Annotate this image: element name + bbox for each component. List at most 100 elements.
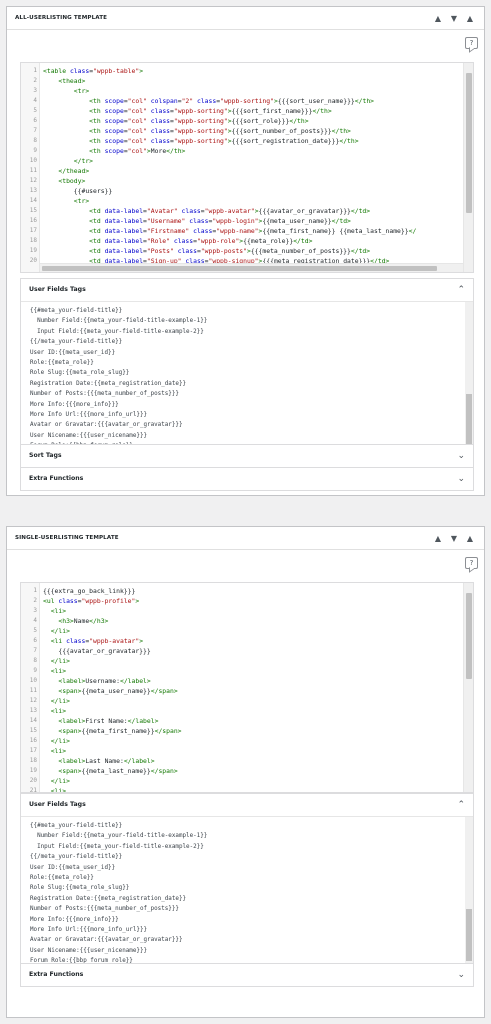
code-line: 3 <li> bbox=[21, 606, 462, 616]
code-line: 19 <span>{{meta_last_name}}</span> bbox=[21, 766, 462, 776]
line-number: 16 bbox=[29, 737, 37, 744]
line-number: 9 bbox=[33, 667, 37, 674]
scrollbar-thumb[interactable] bbox=[466, 909, 472, 961]
code-lines: 1 <table class="wppb-table"> 2 <thead> 3 <t… bbox=[21, 66, 462, 266]
code-line: 15 <td data-label="Avatar" class="wppb-a… bbox=[21, 206, 462, 216]
code-line: 14 <label>First Name:</label> bbox=[21, 716, 462, 726]
code-text: <td data-label="Username" class="wppb-lo… bbox=[89, 217, 351, 225]
line-number: 17 bbox=[29, 747, 37, 754]
box-title: Sort Tags bbox=[29, 452, 62, 459]
scrollbar-thumb[interactable] bbox=[42, 266, 437, 271]
tag-item: Registration Date:{{meta_registration_da… bbox=[30, 895, 187, 902]
template-code-editor[interactable]: 1 <table class="wppb-table"> 2 <thead> 3 <t… bbox=[20, 62, 474, 273]
code-text: <th scope="col" class="wppb-sorting">{{{… bbox=[89, 137, 359, 145]
help-icon[interactable]: ? bbox=[465, 557, 478, 569]
move-down-icon[interactable]: ▼ bbox=[448, 533, 460, 544]
code-text: <tr> bbox=[73, 87, 90, 95]
code-line: 17 <td data-label="Firstname" class="wpp… bbox=[21, 226, 462, 236]
code-line: 7 {{{avatar_or_gravatar}}} bbox=[21, 646, 462, 656]
code-text: <th scope="col" colspan="2" class="wppb-… bbox=[89, 97, 375, 105]
code-line: 13 <li> bbox=[21, 706, 462, 716]
code-text: </li> bbox=[50, 777, 70, 785]
code-text: <span>{{meta_last_name}}</span> bbox=[58, 767, 178, 775]
line-number: 15 bbox=[29, 727, 37, 734]
chevron-up-icon[interactable]: ⌃ bbox=[457, 284, 465, 296]
line-number: 8 bbox=[33, 137, 37, 144]
code-line: 4 <th scope="col" colspan="2" class="wpp… bbox=[21, 96, 462, 106]
line-number: 10 bbox=[29, 157, 37, 164]
scrollbar-thumb[interactable] bbox=[466, 73, 472, 213]
code-text: <li> bbox=[50, 747, 67, 755]
user-fields-tags-header[interactable]: User Fields Tags ⌃ bbox=[21, 794, 473, 817]
code-line: 10 </tr> bbox=[21, 156, 462, 166]
extra-functions-header[interactable]: Extra Functions ⌄ bbox=[21, 964, 473, 987]
chevron-down-icon[interactable]: ⌄ bbox=[457, 969, 465, 981]
tag-item: Input Field:{{meta_your-field-title-exam… bbox=[30, 328, 204, 335]
collapse-panel-icon[interactable]: ▲ bbox=[464, 13, 476, 24]
code-line: 7 <th scope="col" class="wppb-sorting">{… bbox=[21, 126, 462, 136]
horizontal-scrollbar[interactable] bbox=[40, 263, 463, 272]
vertical-scrollbar[interactable] bbox=[465, 302, 473, 448]
code-line: 18 <td data-label="Role" class="wppb-rol… bbox=[21, 236, 462, 246]
help-icon[interactable]: ? bbox=[465, 37, 478, 49]
user-fields-tags-list: {{#meta_your-field-title}} Number Field:… bbox=[21, 817, 473, 963]
tag-item: {{#meta_your-field-title}} bbox=[30, 823, 123, 829]
code-line: 8 </li> bbox=[21, 656, 462, 666]
line-number: 21 bbox=[29, 787, 37, 793]
move-up-icon[interactable]: ▲ bbox=[432, 13, 444, 24]
user-fields-tags-header[interactable]: User Fields Tags ⌃ bbox=[21, 279, 473, 302]
extra-functions-box: Extra Functions ⌄ bbox=[20, 963, 474, 987]
vertical-scrollbar[interactable] bbox=[463, 63, 473, 272]
code-text: <span>{{meta_first_name}}</span> bbox=[58, 727, 182, 735]
all-userlisting-panel: ALL-USERLISTING TEMPLATE ▲ ▼ ▲ ? 1 <table… bbox=[6, 6, 485, 496]
tag-item: Role:{{meta_role}} bbox=[30, 874, 94, 881]
line-number: 14 bbox=[29, 197, 37, 204]
line-number: 3 bbox=[33, 607, 37, 614]
code-line: 17 <li> bbox=[21, 746, 462, 756]
code-line: 3 <tr> bbox=[21, 86, 462, 96]
tag-item: Number Field:{{meta_your-field-title-exa… bbox=[30, 833, 208, 840]
scrollbar-thumb[interactable] bbox=[466, 394, 472, 446]
tag-item: User ID:{{meta_user_id}} bbox=[30, 349, 116, 356]
scrollbar-thumb[interactable] bbox=[466, 593, 472, 679]
code-text: <th scope="col">More</th> bbox=[89, 147, 186, 155]
tag-item: Number of Posts:{{{meta_number_of_posts}… bbox=[30, 391, 179, 398]
move-down-icon[interactable]: ▼ bbox=[448, 13, 460, 24]
code-text: </li> bbox=[50, 657, 70, 665]
line-number: 4 bbox=[33, 97, 37, 104]
extra-functions-header[interactable]: Extra Functions ⌄ bbox=[21, 468, 473, 491]
line-number: 2 bbox=[33, 77, 37, 84]
vertical-scrollbar[interactable] bbox=[463, 583, 473, 792]
tag-item: Role Slug:{{meta_role_slug}} bbox=[30, 885, 130, 892]
code-text: <li> bbox=[50, 707, 67, 715]
line-number: 4 bbox=[33, 617, 37, 624]
code-text: <td data-label="Posts" class="wppb-posts… bbox=[89, 247, 371, 255]
vertical-scrollbar[interactable] bbox=[465, 817, 473, 963]
collapse-panel-icon[interactable]: ▲ bbox=[464, 533, 476, 544]
tag-item: User Nicename:{{{user_nicename}}} bbox=[30, 947, 148, 954]
tag-item: Avatar or Gravatar:{{{avatar_or_gravatar… bbox=[30, 937, 183, 944]
chevron-down-icon[interactable]: ⌄ bbox=[457, 450, 465, 462]
tag-item: More Info Url:{{{more_info_url}}} bbox=[30, 926, 148, 933]
code-line: 8 <th scope="col" class="wppb-sorting">{… bbox=[21, 136, 462, 146]
tag-item: Number Field:{{meta_your-field-title-exa… bbox=[30, 318, 208, 325]
code-text: <label>Username:</label> bbox=[58, 677, 151, 685]
chevron-down-icon[interactable]: ⌄ bbox=[457, 473, 465, 485]
line-number: 20 bbox=[29, 777, 37, 784]
sort-tags-header[interactable]: Sort Tags ⌄ bbox=[21, 445, 473, 468]
box-title: User Fields Tags bbox=[29, 801, 86, 808]
template-code-editor[interactable]: 1 {{{extra_go_back_link}}} 2 <ul class="wpp… bbox=[20, 582, 474, 793]
code-line: 15 <span>{{meta_first_name}}</span> bbox=[21, 726, 462, 736]
code-line: 11 <span>{{meta_user_name}}</span> bbox=[21, 686, 462, 696]
line-number: 9 bbox=[33, 147, 37, 154]
line-number: 1 bbox=[33, 587, 37, 594]
line-number: 15 bbox=[29, 207, 37, 214]
single-userlisting-panel: SINGLE-USERLISTING TEMPLATE ▲ ▼ ▲ ? 1 {{{… bbox=[6, 526, 485, 1018]
move-up-icon[interactable]: ▲ bbox=[432, 533, 444, 544]
chevron-up-icon[interactable]: ⌃ bbox=[457, 799, 465, 811]
code-line: 2 <thead> bbox=[21, 76, 462, 86]
code-line: 9 <th scope="col">More</th> bbox=[21, 146, 462, 156]
line-number: 18 bbox=[29, 757, 37, 764]
line-number: 16 bbox=[29, 217, 37, 224]
line-number: 8 bbox=[33, 657, 37, 664]
